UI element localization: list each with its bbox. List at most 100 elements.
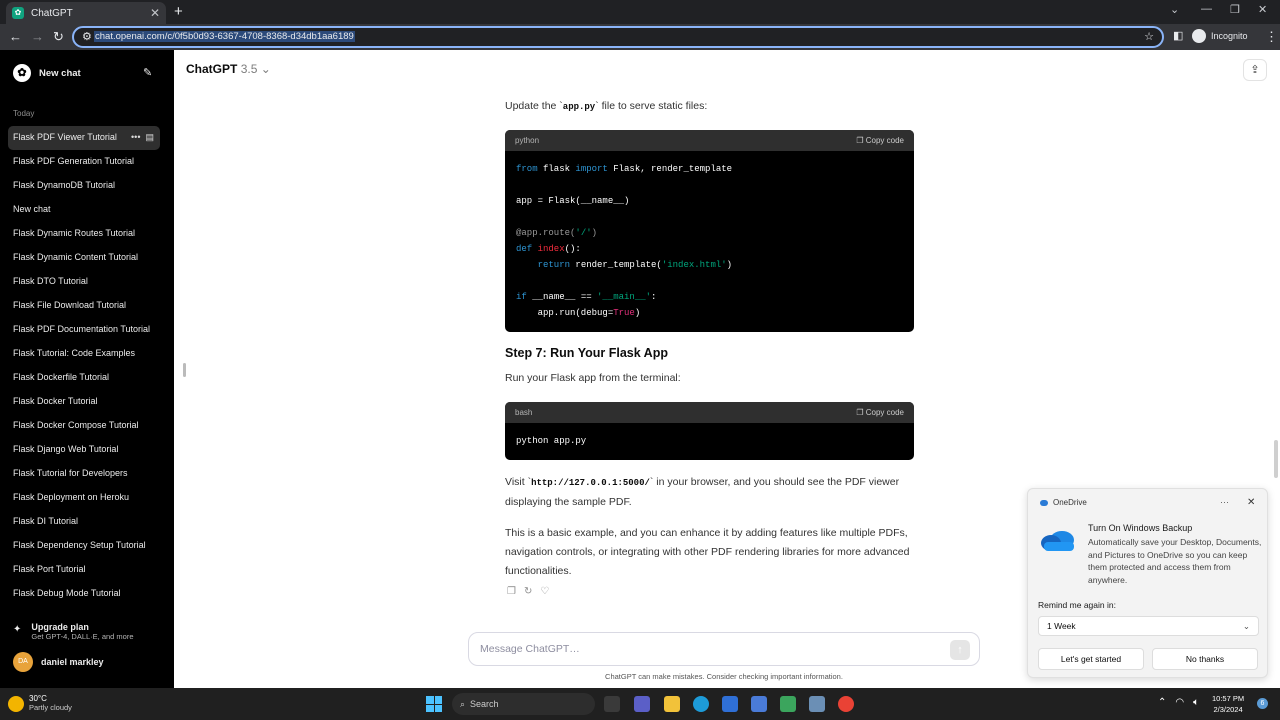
tab-title: ChatGPT [31,7,73,19]
chat-history-item[interactable]: Flask Debug Mode Tutorial [8,582,160,606]
onedrive-small-icon [1040,499,1048,506]
clock-date: 2/3/2024 [1213,705,1243,714]
upgrade-plan-button[interactable]: ✦ Upgrade plan Get GPT-4, DALL·E, and mo… [13,622,134,641]
task-view-icon[interactable] [604,696,620,712]
chat-history-item[interactable]: Flask Port Tutorial [8,558,160,582]
chat-history-item[interactable]: Flask PDF Documentation Tutorial [8,318,160,342]
openai-logo-icon: ✿ [13,64,31,82]
message-actions: ❐ ↻ ♡ [507,586,549,597]
edge-icon[interactable] [693,696,709,712]
bookmark-star-icon[interactable]: ☆ [1144,30,1154,43]
no-thanks-button[interactable]: No thanks [1152,648,1258,670]
sparkle-icon: ✦ [13,624,22,635]
scrollbar[interactable] [1274,440,1278,478]
chevron-down-icon: ⌄ [260,62,271,76]
notification-badge[interactable]: 6 [1257,698,1268,709]
chat-history-item[interactable]: Flask DynamoDB Tutorial [8,174,160,198]
browser-menu-icon[interactable]: ⋮ [1265,29,1278,45]
text-run: ` file to serve static files: [595,100,708,112]
thumbs-down-icon[interactable]: ♡ [540,586,549,597]
chat-history-item[interactable]: Flask Docker Compose Tutorial [8,414,160,438]
chat-history-item[interactable]: Flask DTO Tutorial [8,270,160,294]
chat-history-item[interactable]: New chat [8,198,160,222]
chat-history-item[interactable]: Flask Deployment on Heroku [8,486,160,510]
lets-get-started-button[interactable]: Let's get started [1038,648,1144,670]
more-options-icon[interactable]: ··· [1220,497,1229,507]
vscode-icon[interactable] [751,696,767,712]
window-close-icon[interactable]: ✕ [1258,3,1267,16]
code-block-bash: bash ❐ Copy code python app.py [505,402,914,460]
code-block-header: bash ❐ Copy code [505,402,914,423]
site-info-icon[interactable]: ⚙ [82,30,92,43]
forward-icon[interactable]: → [31,29,44,44]
store-icon[interactable] [722,696,738,712]
chat-history-item[interactable]: Flask Docker Tutorial [8,390,160,414]
message-input[interactable]: Message ChatGPT… ↑ [468,632,980,666]
side-panel-icon[interactable]: ◧ [1173,29,1183,42]
incognito-indicator[interactable]: Incognito [1192,29,1248,43]
chat-history-item[interactable]: Flask Django Web Tutorial [8,438,160,462]
remind-value: 1 Week [1047,621,1076,631]
regenerate-icon[interactable]: ↻ [524,586,532,597]
maximize-icon[interactable]: ❐ [1230,3,1240,16]
browser-tab[interactable]: ✿ ChatGPT ✕ [6,2,166,24]
chat-history-item[interactable]: Flask Dynamic Content Tutorial [8,246,160,270]
url-text[interactable]: chat.openai.com/c/0f5b0d93-6367-4708-836… [94,31,355,42]
new-chat-button[interactable]: ✿ New chat [13,64,81,82]
share-icon[interactable]: ⇪ [1243,59,1267,81]
avatar: DA [13,652,33,672]
tray-chevron-up-icon[interactable]: ⌃ [1158,697,1166,708]
new-tab-icon[interactable]: + [174,3,183,20]
notification-body: Automatically save your Desktop, Documen… [1088,537,1262,585]
more-options-icon[interactable]: ••• ▤ [131,126,154,148]
chat-history-item[interactable]: Flask DI Tutorial [8,510,160,534]
chat-title: Flask PDF Viewer Tutorial [13,132,117,142]
volume-icon[interactable]: 🔈︎ [1193,697,1199,708]
sidebar-resize-handle[interactable] [183,363,186,377]
new-chat-label: New chat [39,67,81,79]
tab-close-icon[interactable]: ✕ [150,6,160,20]
notepad-icon[interactable] [780,696,796,712]
reload-icon[interactable]: ↻ [53,29,64,45]
teams-icon[interactable] [634,696,650,712]
chat-history-item[interactable]: Flask Tutorial for Developers [8,462,160,486]
notification-title: Turn On Windows Backup [1088,523,1193,533]
back-icon[interactable]: ← [9,29,22,44]
chat-history-item[interactable]: Flask File Download Tutorial [8,294,160,318]
windows-start-icon[interactable] [426,696,442,712]
chat-history-list: Flask PDF Viewer Tutorial ••• ▤ Flask PDF… [8,126,160,606]
message-paragraph: This is a basic example, and you can enh… [505,527,910,577]
browser-toolbar: ← → ↻ ⚙ chat.openai.com/c/0f5b0d93-6367-… [0,24,1280,50]
tab-search-chevron-icon[interactable]: ⌄ [1170,3,1179,16]
file-explorer-icon[interactable] [664,696,680,712]
chat-history-item[interactable]: Flask Dockerfile Tutorial [8,366,160,390]
model-selector[interactable]: ChatGPT 3.5 ⌄ [186,62,271,76]
user-menu[interactable]: DA daniel markley [13,652,104,672]
message-paragraph: Visit `http://127.0.0.1:5000/` in your b… [505,473,915,512]
taskbar-search[interactable]: ⌕ Search [452,693,595,715]
close-icon[interactable]: ✕ [1247,497,1255,508]
weather-widget[interactable]: 30°C Partly cloudy [8,694,72,712]
notification-app: OneDrive [1040,498,1087,507]
copy-code-button[interactable]: ❐ Copy code [856,130,904,151]
send-button[interactable]: ↑ [950,640,970,660]
step-heading: Step 7: Run Your Flask App [505,346,668,360]
compose-icon[interactable]: ✎ [143,66,152,79]
chat-history-item[interactable]: Flask PDF Viewer Tutorial ••• ▤ [8,126,160,150]
app-icon[interactable] [809,696,825,712]
chat-history-item[interactable]: Flask Dependency Setup Tutorial [8,534,160,558]
remind-select[interactable]: 1 Week ⌄ [1038,616,1259,636]
wifi-icon[interactable]: ◠ [1175,697,1184,708]
chat-history-item[interactable]: Flask Dynamic Routes Tutorial [8,222,160,246]
copy-icon[interactable]: ❐ [507,586,516,597]
remind-label: Remind me again in: [1038,600,1116,610]
weather-desc: Partly cloudy [29,703,72,712]
clock-time: 10:57 PM [1212,694,1245,703]
chrome-icon[interactable] [838,696,854,712]
minimize-icon[interactable]: — [1201,3,1212,15]
copy-code-button[interactable]: ❐ Copy code [856,402,904,423]
chat-history-item[interactable]: Flask PDF Generation Tutorial [8,150,160,174]
address-bar[interactable]: ⚙ chat.openai.com/c/0f5b0d93-6367-4708-8… [72,26,1164,48]
clock[interactable]: 10:57 PM 2/3/2024 [1212,693,1244,715]
chat-history-item[interactable]: Flask Tutorial: Code Examples [8,342,160,366]
